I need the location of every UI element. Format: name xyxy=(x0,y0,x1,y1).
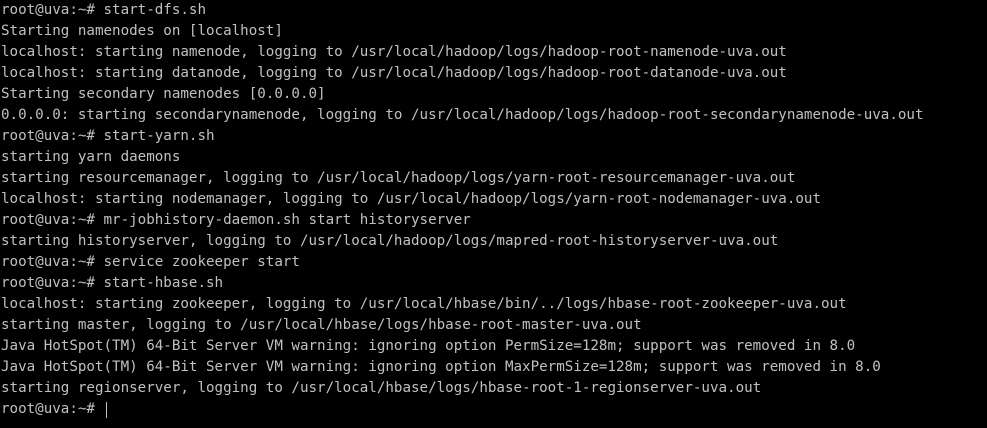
shell-prompt: root@uva:~# xyxy=(1,401,104,417)
terminal-line: localhost: starting datanode, logging to… xyxy=(1,65,787,81)
terminal-line: Java HotSpot(TM) 64-Bit Server VM warnin… xyxy=(1,338,856,354)
terminal-line: localhost: starting namenode, logging to… xyxy=(1,44,787,60)
terminal-line: Starting namenodes on [localhost] xyxy=(1,23,283,39)
terminal-window[interactable]: root@uva:~# start-dfs.sh Starting nameno… xyxy=(0,0,987,428)
terminal-line: localhost: starting nodemanager, logging… xyxy=(1,191,821,207)
terminal-line: Java HotSpot(TM) 64-Bit Server VM warnin… xyxy=(1,359,881,375)
terminal-line: localhost: starting zookeeper, logging t… xyxy=(1,296,847,312)
terminal-line: root@uva:~# start-hbase.sh xyxy=(1,275,224,291)
terminal-line: root@uva:~# mr-jobhistory-daemon.sh star… xyxy=(1,212,471,228)
terminal-line: starting master, logging to /usr/local/h… xyxy=(1,317,642,333)
terminal-line: starting regionserver, logging to /usr/l… xyxy=(1,380,762,396)
terminal-line: Starting secondary namenodes [0.0.0.0] xyxy=(1,86,326,102)
terminal-line: root@uva:~# start-dfs.sh xyxy=(1,2,206,18)
text-cursor xyxy=(105,401,107,418)
active-prompt-line[interactable]: root@uva:~# xyxy=(1,399,987,420)
terminal-line: starting resourcemanager, logging to /us… xyxy=(1,170,796,186)
terminal-line: starting yarn daemons xyxy=(1,149,181,165)
terminal-line: root@uva:~# service zookeeper start xyxy=(1,254,300,270)
terminal-line: starting historyserver, logging to /usr/… xyxy=(1,233,779,249)
terminal-line: root@uva:~# start-yarn.sh xyxy=(1,128,215,144)
terminal-line: 0.0.0.0: starting secondarynamenode, log… xyxy=(1,107,924,123)
